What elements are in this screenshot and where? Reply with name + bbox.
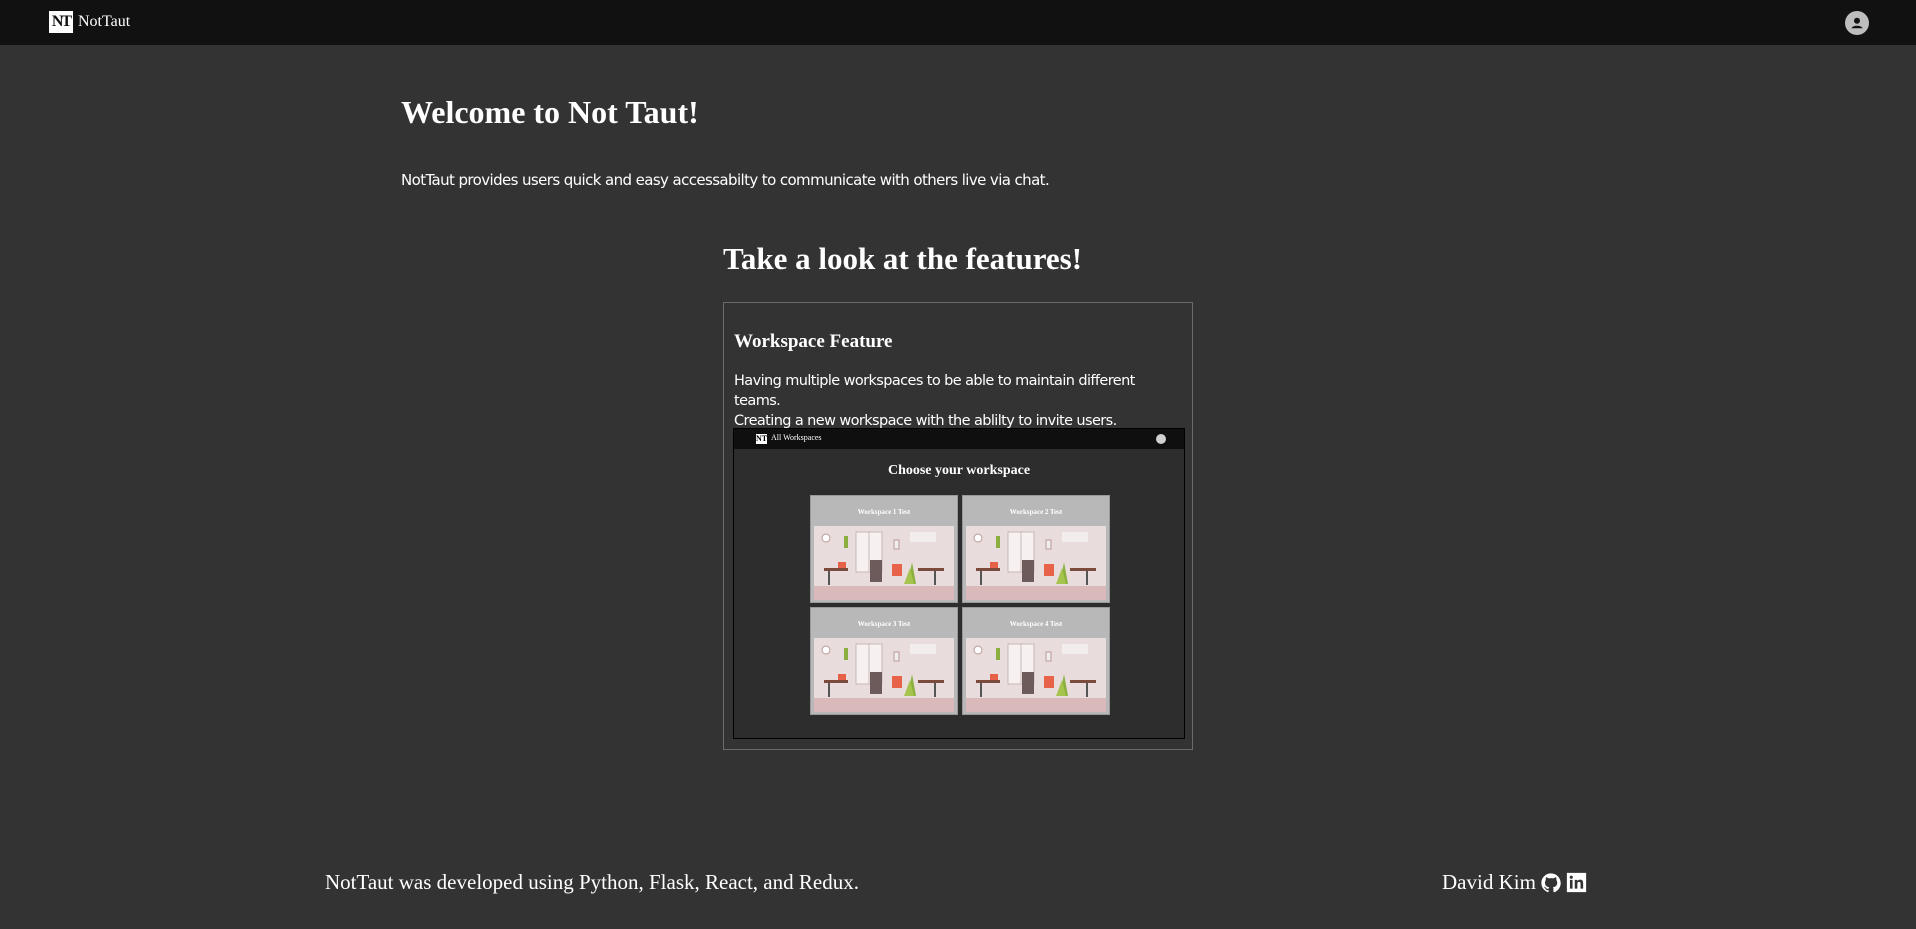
features-title: Take a look at the features! <box>723 241 1083 276</box>
workspace-preview-screenshot: NT All Workspaces Choose your workspace … <box>733 428 1185 739</box>
github-icon <box>1541 872 1561 892</box>
brand-name: NotTaut <box>78 13 131 30</box>
feature-description-line: Having multiple workspaces to be able to… <box>734 373 1135 409</box>
github-link[interactable] <box>1540 872 1562 894</box>
office-illustration <box>814 638 954 712</box>
footer-tech-stack: NotTaut was developed using Python, Flas… <box>325 870 859 894</box>
workspace-tile-title: Workspace 1 Test <box>857 508 911 516</box>
user-menu-button[interactable] <box>1845 11 1869 35</box>
top-navbar: NT NotTaut <box>0 0 1916 45</box>
office-illustration <box>966 526 1106 600</box>
workspace-tile-title: Workspace 3 Test <box>857 620 911 628</box>
preview-bar-title: All Workspaces <box>771 433 822 442</box>
feature-title: Workspace Feature <box>734 331 893 352</box>
feature-description: Having multiple workspaces to be able to… <box>734 371 1184 431</box>
workspace-grid: Workspace 1 Test Workspace 2 Test Worksp… <box>810 495 1110 715</box>
workspace-tile: Workspace 3 Test <box>810 607 958 715</box>
preview-user-icon <box>1156 434 1166 444</box>
workspace-tile: Workspace 1 Test <box>810 495 958 603</box>
account-circle-icon <box>1848 14 1866 32</box>
workspace-tile: Workspace 4 Test <box>962 607 1110 715</box>
nottaut-logo: NT <box>49 11 73 33</box>
preview-heading: Choose your workspace <box>887 463 1031 478</box>
office-illustration <box>814 526 954 600</box>
welcome-title: Welcome to Not Taut! <box>401 94 699 130</box>
preview-navbar: NT All Workspaces <box>734 429 1184 449</box>
workspace-tile: Workspace 2 Test <box>962 495 1110 603</box>
intro-text: NotTaut provides users quick and easy ac… <box>401 171 1050 189</box>
office-illustration <box>966 638 1106 712</box>
workspace-tile-title: Workspace 4 Test <box>1009 620 1063 628</box>
workspace-feature-card: Workspace Feature Having multiple worksp… <box>723 302 1193 750</box>
author-name: David Kim <box>1442 870 1536 894</box>
brand-link[interactable]: NT NotTaut <box>49 11 130 33</box>
footer-author: David Kim <box>1442 870 1588 895</box>
preview-logo: NT <box>756 434 768 444</box>
linkedin-icon <box>1567 872 1587 893</box>
linkedin-link[interactable] <box>1566 872 1588 894</box>
workspace-tile-title: Workspace 2 Test <box>1009 508 1063 516</box>
